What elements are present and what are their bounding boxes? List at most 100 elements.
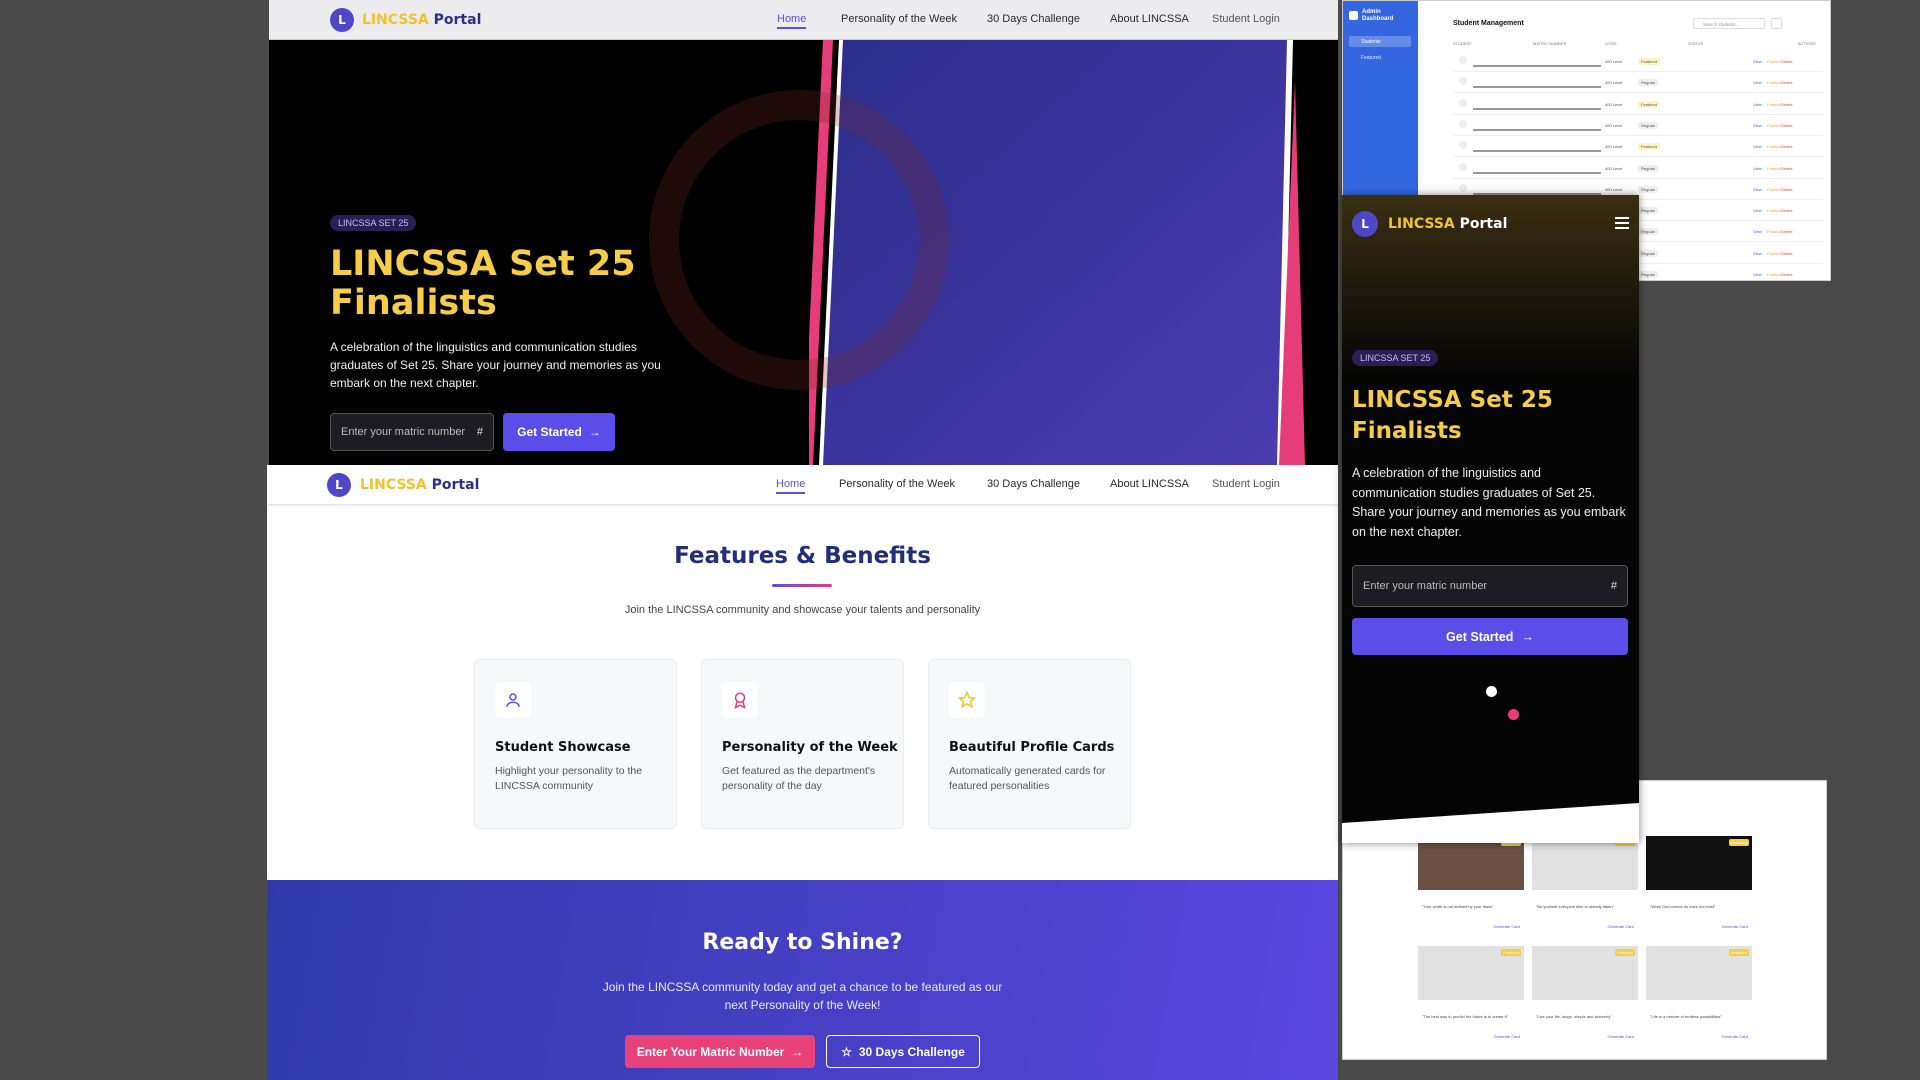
- row-action-feature[interactable]: Feature: [1767, 144, 1781, 149]
- sidebar-item-featured[interactable]: Featured: [1349, 52, 1411, 63]
- enter-matric-button[interactable]: Enter Your Matric Number →: [625, 1035, 815, 1068]
- nav-challenge[interactable]: 30 Days Challenge: [987, 13, 1080, 25]
- row-action-view[interactable]: View: [1753, 187, 1762, 192]
- row-action-feature[interactable]: Feature: [1767, 166, 1781, 171]
- carousel-dot-active[interactable]: [1486, 686, 1497, 697]
- brand-name[interactable]: LINCSSA Portal: [1388, 216, 1507, 232]
- user-icon: [495, 682, 531, 718]
- nav-challenge[interactable]: 30 Days Challenge: [987, 478, 1080, 490]
- table-row: 400 Level Regular View FeatureDelete: [1453, 158, 1823, 179]
- brand-name[interactable]: LINCSSA Portal: [362, 12, 481, 28]
- row-action-feature[interactable]: Feature: [1767, 187, 1781, 192]
- get-started-button[interactable]: Get Started →: [503, 413, 615, 451]
- generate-card-button[interactable]: Generate Card: [1722, 924, 1748, 929]
- row-action-feature[interactable]: Feature: [1767, 123, 1781, 128]
- featured-badge: Featured: [1728, 949, 1749, 956]
- generate-card-button[interactable]: Generate Card: [1608, 924, 1634, 929]
- sidebar-item-label: Featured: [1361, 55, 1382, 61]
- generate-card-button[interactable]: Generate Card: [1608, 1034, 1634, 1039]
- row-action-delete[interactable]: Delete: [1781, 80, 1793, 85]
- row-action-delete[interactable]: Delete: [1781, 187, 1793, 192]
- row-action-view[interactable]: View: [1753, 144, 1762, 149]
- logo-icon[interactable]: L: [330, 8, 354, 32]
- features-underline: [772, 584, 832, 587]
- row-action-feature[interactable]: Feature: [1767, 229, 1781, 234]
- row-level: 400 Level: [1605, 59, 1623, 64]
- row-action-view[interactable]: View: [1753, 251, 1762, 256]
- card-desc: Get featured as the department's persona…: [722, 765, 876, 793]
- award-icon: [722, 682, 758, 718]
- row-placeholder-line: [1473, 150, 1601, 153]
- desktop-hero: L LINCSSA Portal Home Personality of the…: [269, 0, 1338, 465]
- logo-letter: L: [338, 13, 346, 27]
- row-action-view[interactable]: View: [1753, 208, 1762, 213]
- gallery-card: Featured"Be yourself everyone else is al…: [1532, 836, 1638, 936]
- cta-desc: Join the LINCSSA community today and get…: [602, 980, 1003, 1012]
- row-action-delete[interactable]: Delete: [1781, 229, 1793, 234]
- generate-card-button[interactable]: Generate Card: [1722, 1034, 1748, 1039]
- row-action-feature[interactable]: Feature: [1767, 102, 1781, 107]
- hamburger-menu-icon[interactable]: [1615, 217, 1629, 229]
- nav-personality[interactable]: Personality of the Week: [839, 478, 955, 490]
- admin-search[interactable]: Search students...: [1693, 18, 1765, 29]
- row-action-view[interactable]: View: [1753, 80, 1762, 85]
- carousel-dot[interactable]: [1508, 709, 1519, 720]
- hash-icon: #: [1610, 580, 1617, 592]
- avatar: [1459, 183, 1467, 192]
- gallery-card: Featured"Your worth is not defined by yo…: [1418, 836, 1524, 936]
- row-action-view[interactable]: View: [1753, 102, 1762, 107]
- nav-home[interactable]: Home: [776, 478, 806, 494]
- matric-input[interactable]: Enter your matric number #: [330, 413, 494, 451]
- row-action-feature[interactable]: Feature: [1767, 59, 1781, 64]
- row-action-delete[interactable]: Delete: [1781, 208, 1793, 213]
- get-started-button[interactable]: Get Started →: [1352, 618, 1628, 655]
- status-badge: Regular: [1638, 164, 1659, 172]
- row-action-delete[interactable]: Delete: [1781, 123, 1793, 128]
- col-level: LEVEL: [1605, 41, 1618, 46]
- gallery-quote: "The best way to predict the future is t…: [1422, 1014, 1508, 1019]
- row-action-feature[interactable]: Feature: [1767, 208, 1781, 213]
- gallery-grid: Featured "Your worth is not defined by yo…: [1418, 836, 1758, 1059]
- get-started-label: Get Started: [1446, 629, 1514, 644]
- matric-input[interactable]: Enter your matric number #: [1352, 565, 1628, 607]
- card-title: Student Showcase: [495, 740, 631, 755]
- nav-home[interactable]: Home: [777, 13, 807, 29]
- logo-icon[interactable]: L: [327, 473, 351, 497]
- row-action-feature[interactable]: Feature: [1767, 80, 1781, 85]
- status-badge: Featured: [1638, 100, 1661, 108]
- row-action-view[interactable]: View: [1753, 166, 1762, 171]
- row-action-view[interactable]: View: [1753, 123, 1762, 128]
- row-action-view[interactable]: View: [1753, 229, 1762, 234]
- nav-student-login[interactable]: Student Login: [1212, 478, 1280, 490]
- row-action-delete[interactable]: Delete: [1781, 166, 1793, 171]
- filter-icon[interactable]: [1771, 18, 1782, 29]
- row-action-feature[interactable]: Feature: [1767, 272, 1781, 277]
- row-action-delete[interactable]: Delete: [1781, 59, 1793, 64]
- nav-personality[interactable]: Personality of the Week: [841, 13, 957, 25]
- logo-icon[interactable]: L: [1352, 211, 1378, 237]
- admin-heading: Student Management: [1453, 20, 1524, 27]
- row-action-delete[interactable]: Delete: [1781, 144, 1793, 149]
- generate-card-button[interactable]: Generate Card: [1494, 924, 1520, 929]
- row-placeholder-line: [1473, 171, 1601, 174]
- row-action-delete[interactable]: Delete: [1781, 102, 1793, 107]
- sidebar-item-students[interactable]: Students: [1349, 36, 1411, 47]
- generate-card-button[interactable]: Generate Card: [1494, 1034, 1520, 1039]
- nav-about[interactable]: About LINCSSA: [1110, 478, 1189, 490]
- row-action-feature[interactable]: Feature: [1767, 251, 1781, 256]
- row-action-view[interactable]: View: [1753, 272, 1762, 277]
- hero-title: LINCSSA Set 25 Finalists: [1352, 385, 1553, 447]
- featured-badge: Featured: [1728, 839, 1749, 846]
- row-action-view[interactable]: View: [1753, 59, 1762, 64]
- brand-name[interactable]: LINCSSA Portal: [360, 477, 479, 493]
- row-action-delete[interactable]: Delete: [1781, 251, 1793, 256]
- arrow-right-icon: →: [1521, 629, 1534, 644]
- featured-badge: Featured: [1500, 949, 1521, 956]
- gallery-quote: "Your worth is not defined by your flaws…: [1422, 904, 1494, 909]
- row-placeholder-line: [1473, 65, 1601, 67]
- row-action-delete[interactable]: Delete: [1781, 272, 1793, 277]
- challenge-button[interactable]: ☆ 30 Days Challenge: [826, 1035, 980, 1068]
- nav-about[interactable]: About LINCSSA: [1110, 13, 1189, 25]
- gallery-card: Featured "Life is a mixture of endless po…: [1646, 946, 1752, 1046]
- nav-student-login[interactable]: Student Login: [1212, 13, 1280, 25]
